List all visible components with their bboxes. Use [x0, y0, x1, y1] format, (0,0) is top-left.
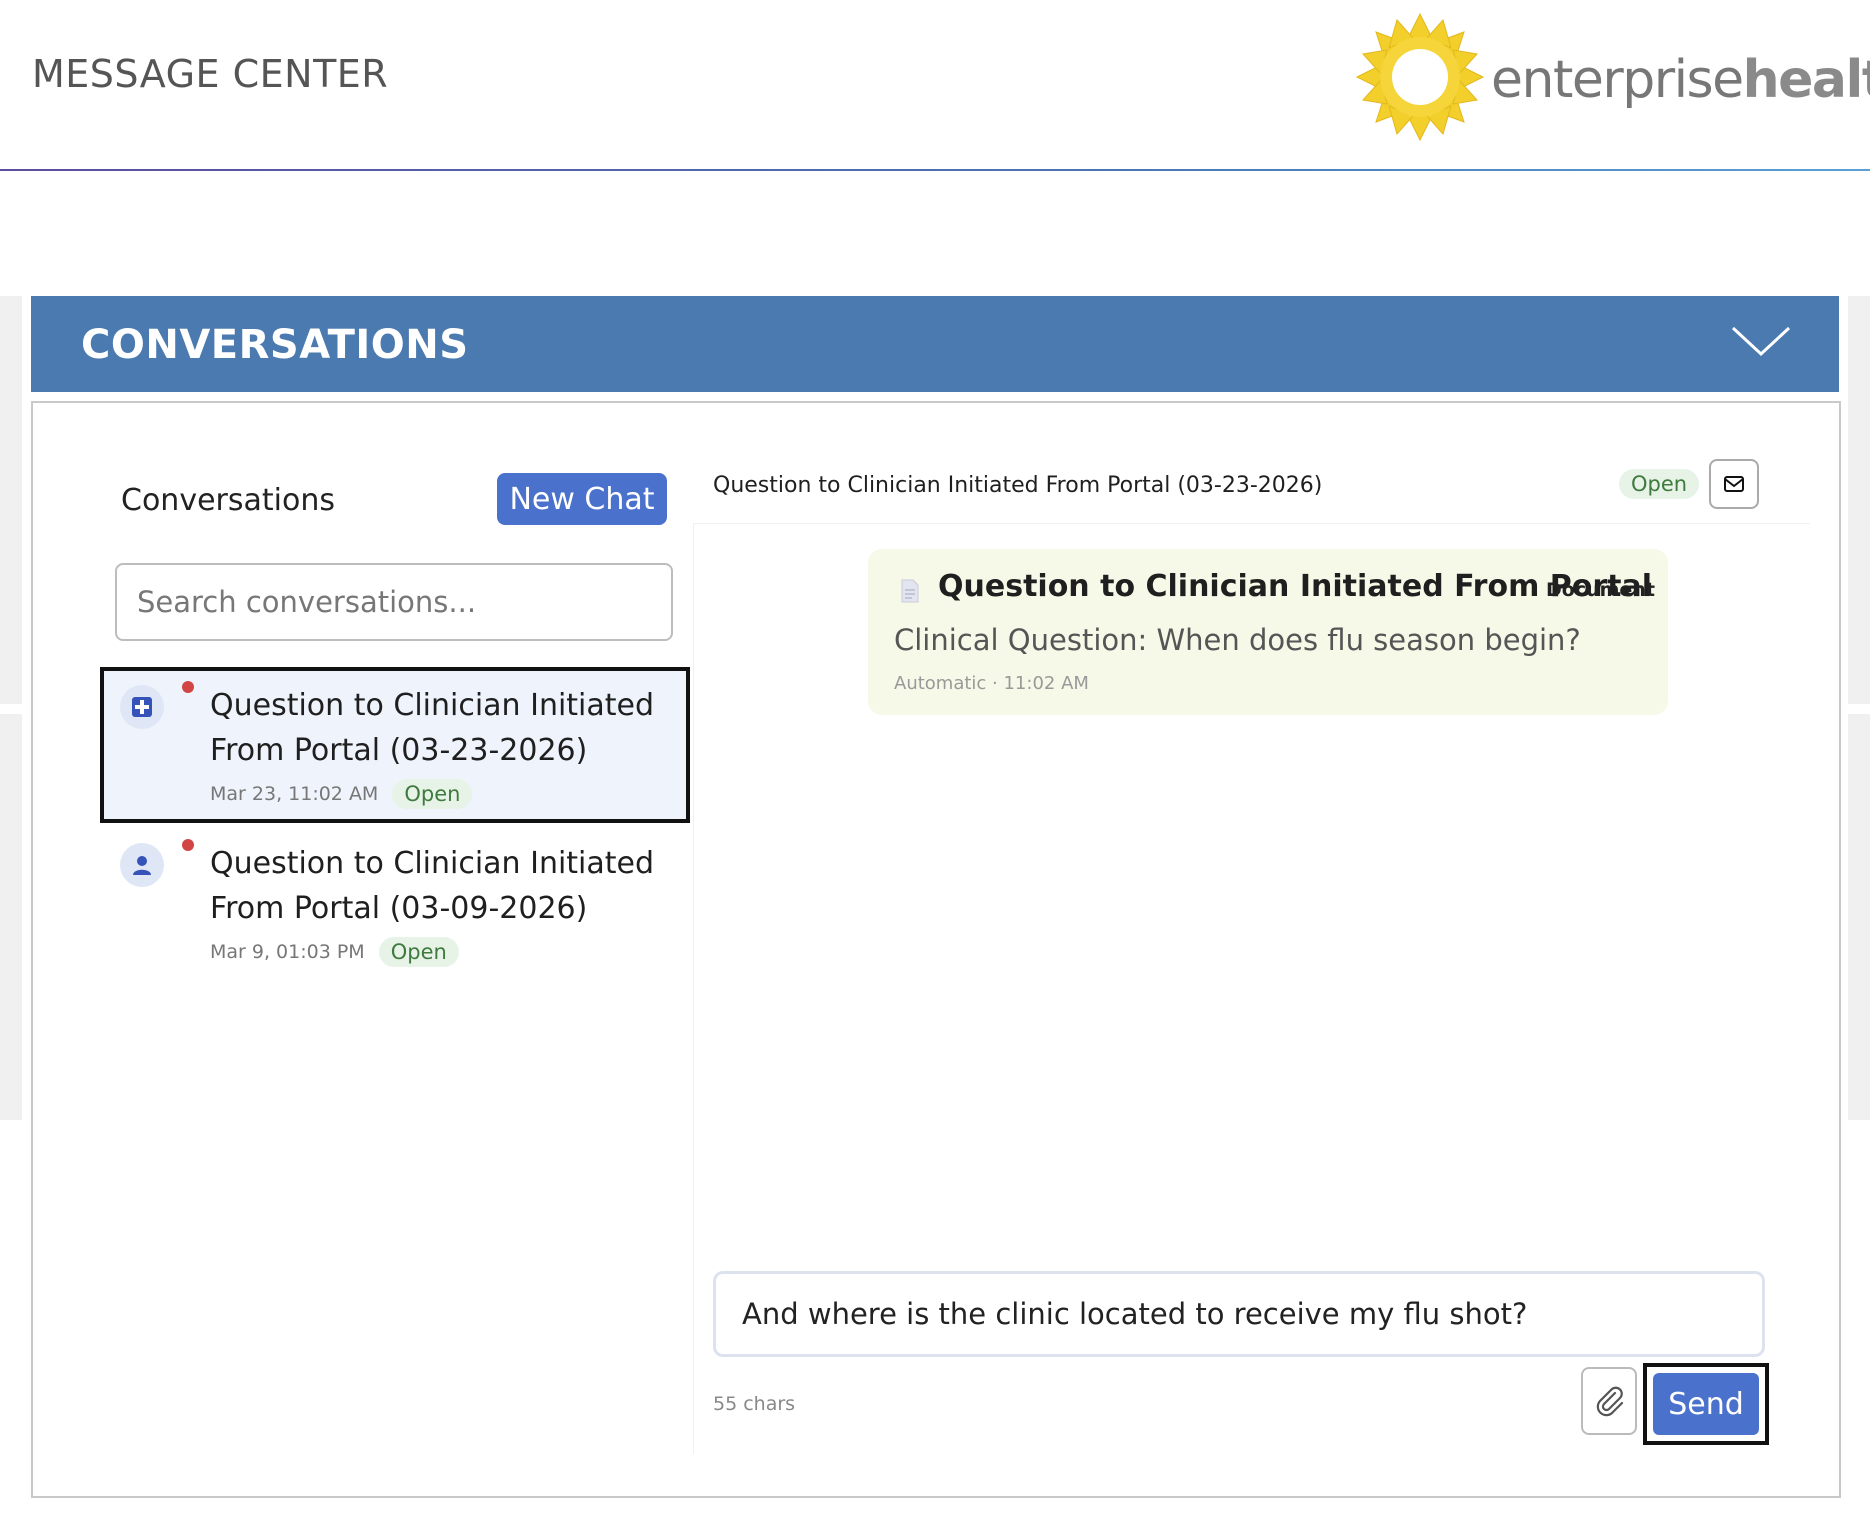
character-count: 55 chars [713, 1393, 796, 1415]
email-button[interactable] [1709, 459, 1759, 509]
new-chat-button[interactable]: New Chat [497, 473, 667, 525]
conversation-avatar [120, 685, 164, 729]
logo-wordmark: enterprisehealth [1491, 50, 1870, 110]
conversation-item-selected[interactable]: Question to Clinician Initiated From Por… [100, 667, 690, 823]
chat-status-badge: Open [1619, 469, 1700, 499]
conversation-meta: Mar 9, 01:03 PM Open [210, 937, 459, 967]
conversation-item[interactable]: Question to Clinician Initiated From Por… [100, 833, 690, 989]
right-edge-lower [1848, 714, 1870, 1120]
chevron-down-icon[interactable] [1731, 324, 1791, 358]
message-body: Clinical Question: When does flu season … [894, 623, 1581, 657]
unread-indicator [182, 681, 194, 693]
conversations-panel-header[interactable]: CONVERSATIONS [31, 296, 1839, 392]
status-badge: Open [378, 937, 459, 967]
panel-title: CONVERSATIONS [81, 322, 469, 368]
send-button[interactable]: Send [1653, 1373, 1759, 1435]
envelope-icon [1724, 476, 1744, 492]
conversations-heading: Conversations [121, 483, 335, 518]
medical-plus-icon [132, 697, 152, 717]
message-title: Question to Clinician Initiated From Por… [938, 569, 1653, 604]
sunburst-logo-icon [1355, 12, 1485, 142]
message-compose-input[interactable] [713, 1271, 1765, 1357]
conversations-panel-body: Conversations New Chat Question to Clini… [31, 401, 1841, 1498]
chat-title: Question to Clinician Initiated From Por… [713, 473, 1323, 498]
paperclip-icon [1596, 1386, 1624, 1417]
enterprise-health-logo: enterprisehealth [1355, 12, 1870, 142]
conversation-date: Mar 9, 01:03 PM [210, 941, 365, 963]
left-edge [0, 296, 22, 704]
conversation-title: Question to Clinician Initiated From Por… [210, 688, 655, 768]
page-title: MESSAGE CENTER [32, 52, 389, 96]
header-divider [0, 169, 1870, 171]
message-meta: Automatic · 11:02 AM [894, 673, 1089, 694]
send-button-highlight: Send [1643, 1363, 1769, 1445]
app-header: MESSAGE CENTER enterpriseheal [0, 0, 1870, 172]
status-badge: Open [392, 779, 473, 809]
conversation-meta: Mar 23, 11:02 AM Open [210, 779, 473, 809]
left-edge-lower [0, 714, 22, 1120]
person-icon [133, 856, 151, 875]
search-conversations-input[interactable] [115, 563, 673, 641]
right-edge [1848, 296, 1870, 704]
unread-indicator [182, 839, 194, 851]
conversation-date: Mar 23, 11:02 AM [210, 783, 379, 805]
message-type-label: Document [1546, 579, 1655, 601]
document-icon [901, 579, 919, 603]
conversation-avatar [120, 843, 164, 887]
message-card: Question to Clinician Initiated From Por… [868, 549, 1668, 715]
attach-file-button[interactable] [1581, 1367, 1637, 1435]
conversation-title: Question to Clinician Initiated From Por… [210, 846, 655, 926]
